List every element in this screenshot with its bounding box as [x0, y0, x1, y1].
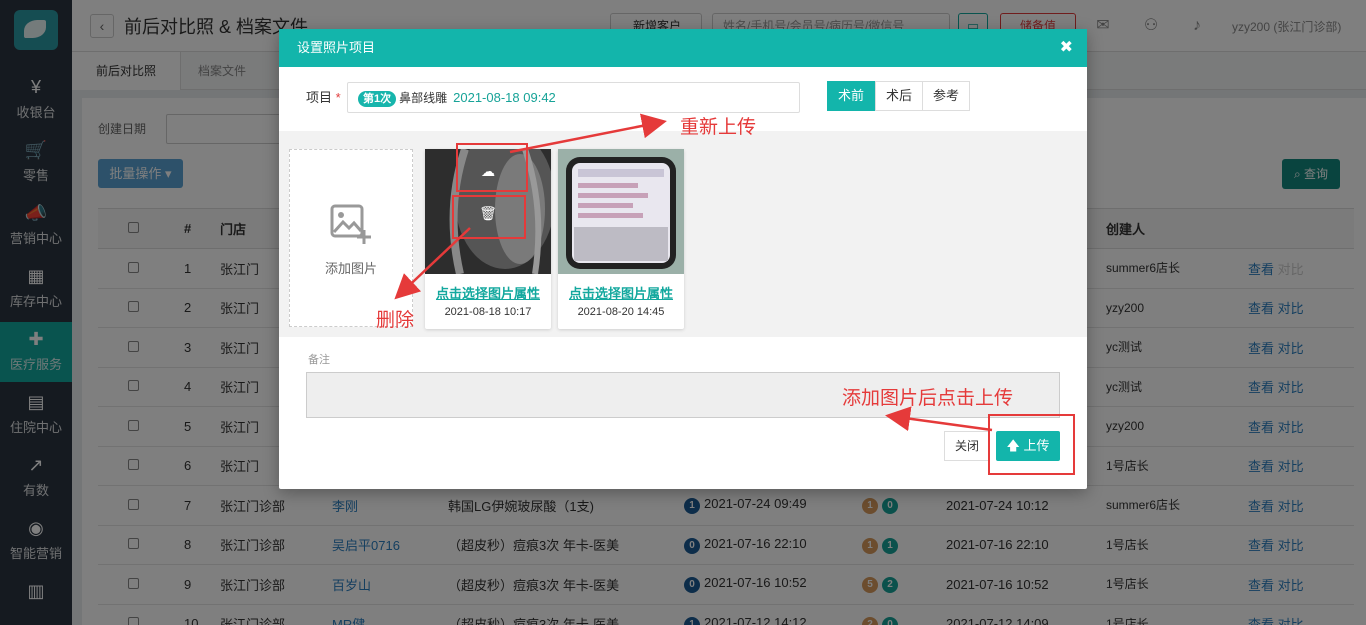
- upload-arrow: [885, 406, 993, 432]
- reupload-arrow: [509, 113, 667, 154]
- annotation-arrows: [394, 113, 993, 432]
- delete-arrow: [394, 227, 471, 300]
